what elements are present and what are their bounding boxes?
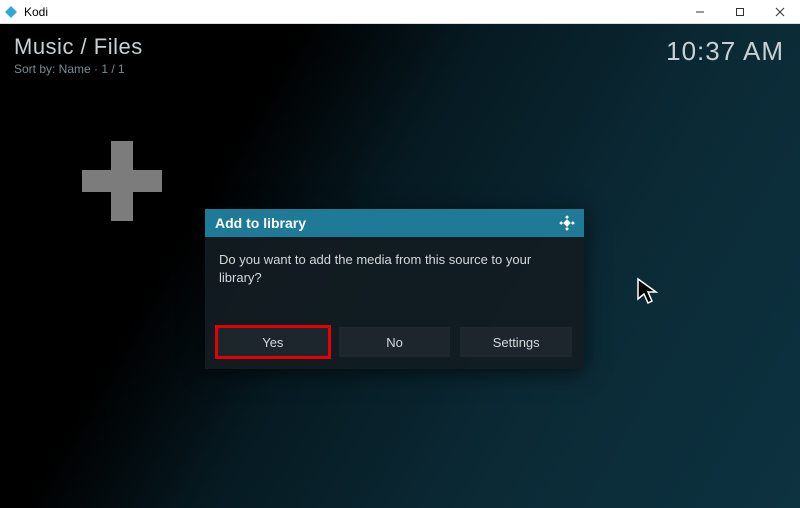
kodi-app-icon — [4, 5, 18, 19]
close-button[interactable] — [760, 0, 800, 23]
dialog-title: Add to library — [215, 215, 306, 231]
dialog-message: Do you want to add the media from this s… — [205, 237, 584, 327]
minimize-button[interactable] — [680, 0, 720, 23]
window-title: Kodi — [24, 5, 48, 19]
window-controls — [680, 0, 800, 23]
add-to-library-dialog: Add to library Do you want to add the me… — [205, 209, 584, 369]
mouse-cursor-icon — [636, 277, 662, 312]
settings-button[interactable]: Settings — [460, 327, 572, 357]
add-source-button[interactable] — [78, 137, 166, 225]
clock: 10:37 AM — [666, 36, 784, 67]
app-content: Music / Files Sort by: Name · 1 / 1 10:3… — [0, 24, 800, 508]
yes-button[interactable]: Yes — [217, 327, 329, 357]
sort-info: Sort by: Name · 1 / 1 — [14, 62, 143, 76]
breadcrumb: Music / Files Sort by: Name · 1 / 1 — [14, 34, 143, 76]
dialog-button-row: Yes No Settings — [205, 327, 584, 369]
maximize-button[interactable] — [720, 0, 760, 23]
dialog-header: Add to library — [205, 209, 584, 237]
no-button[interactable]: No — [339, 327, 451, 357]
window-titlebar: Kodi — [0, 0, 800, 24]
breadcrumb-path: Music / Files — [14, 34, 143, 60]
kodi-logo-icon — [558, 214, 576, 232]
